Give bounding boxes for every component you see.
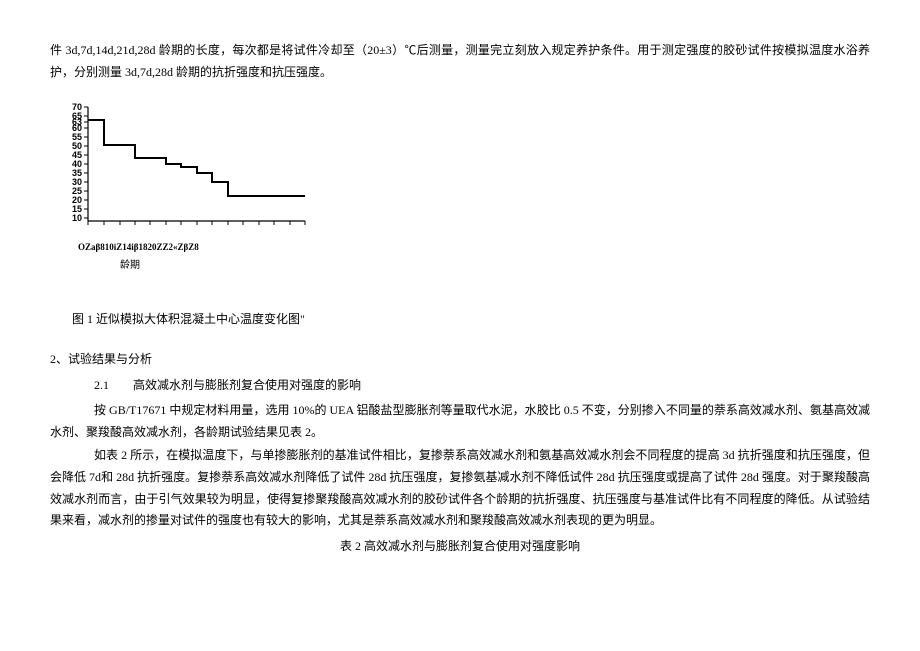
x-axis-label: 龄期 — [50, 257, 870, 275]
chart-svg: 70 65 63 60 55 50 45 40 35 30 25 20 15 1… — [50, 99, 310, 239]
x-axis-raw-label: OZaβ810iZ14iβ1820ZZ2«ZβZ8 — [50, 239, 870, 255]
section-2-1-heading: 2.1 高效减水剂与膨胀剂复合使用对强度的影响 — [50, 375, 870, 397]
top-paragraph: 件 3d,7d,14d,21d,28d 龄期的长度，每次都是将试件冷却至（20±… — [50, 40, 870, 83]
table-2-caption: 表 2 高效减水剂与膨胀剂复合使用对强度影响 — [50, 536, 870, 558]
svg-text:10: 10 — [72, 213, 82, 223]
figure-1: 70 65 63 60 55 50 45 40 35 30 25 20 15 1… — [50, 99, 870, 275]
section-2-heading: 2、试验结果与分析 — [50, 349, 870, 371]
figure-1-caption: 图 1 近似模拟大体积混凝土中心温度变化图" — [50, 309, 870, 331]
section-2-1-para-1: 按 GB/T17671 中规定材料用量，选用 10%的 UEA 铝酸盐型膨胀剂等… — [50, 400, 870, 443]
section-2-1-para-2: 如表 2 所示，在模拟温度下，与单掺膨胀剂的基准试件相比，复掺萘系高效减水剂和氨… — [50, 445, 870, 531]
chart-series — [88, 120, 305, 196]
